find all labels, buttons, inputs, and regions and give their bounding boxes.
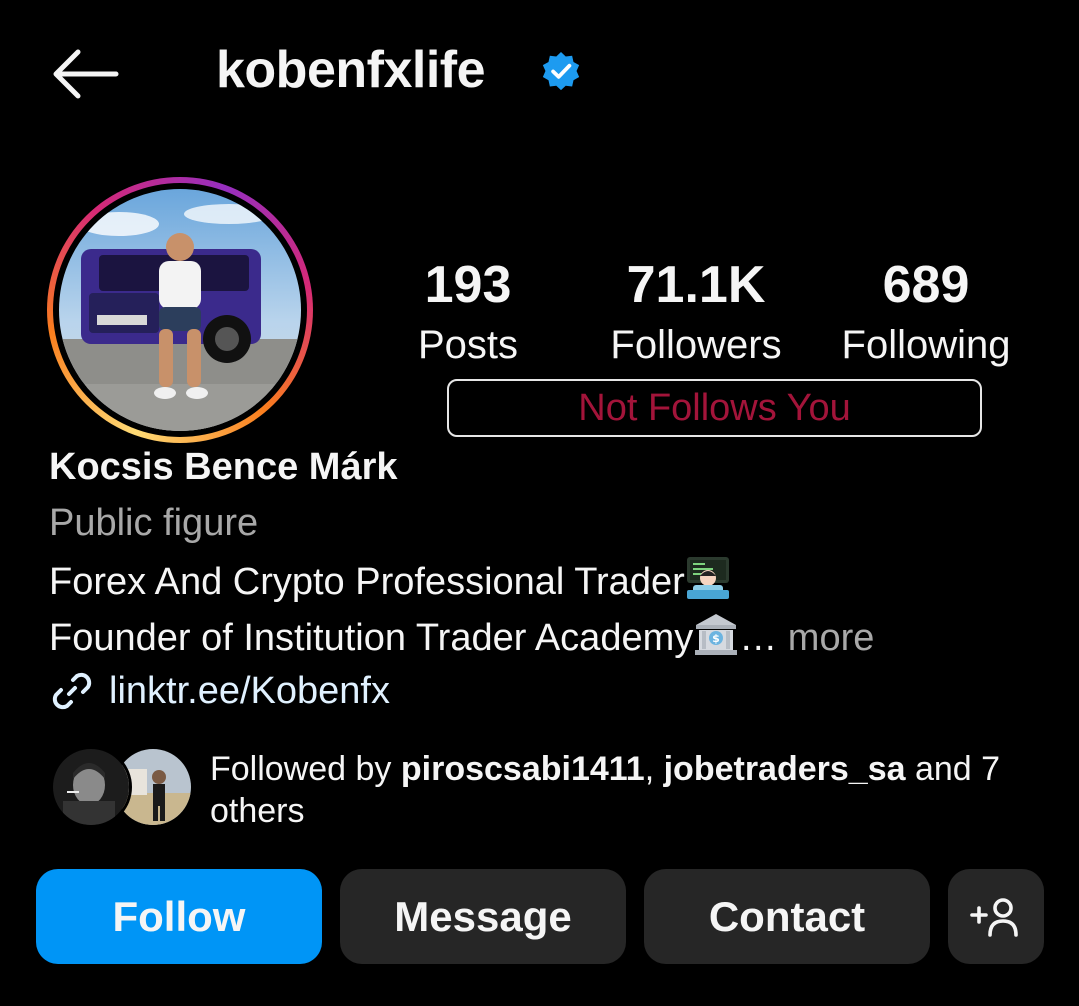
- back-button[interactable]: [44, 42, 124, 106]
- bio-more-link[interactable]: more: [777, 617, 875, 659]
- svg-text:$: $: [712, 632, 720, 645]
- verified-badge-icon: [542, 52, 580, 91]
- posts-count[interactable]: 193 Posts: [400, 255, 536, 369]
- profile-username: kobenfxlife: [216, 41, 486, 99]
- mutual-user-2[interactable]: jobetraders_sa: [664, 750, 906, 788]
- mutual-user-1[interactable]: piroscsabi1411: [401, 750, 645, 788]
- followers-label: Followers: [610, 323, 782, 367]
- following-label: Following: [841, 323, 1011, 367]
- profile-link[interactable]: linktr.ee/Kobenfx: [49, 668, 390, 714]
- profile-link-text[interactable]: linktr.ee/Kobenfx: [109, 668, 390, 714]
- contact-button-label: Contact: [708, 892, 866, 940]
- bio-line-1-text: Forex And Crypto Professional Trader: [49, 561, 685, 603]
- following-count[interactable]: 689 Following: [830, 255, 1022, 369]
- profile-avatar-ring[interactable]: [47, 177, 313, 443]
- contact-button[interactable]: Contact: [644, 869, 930, 964]
- followers-value: 71.1K: [626, 256, 766, 314]
- mutual-followers-avatars[interactable]: [50, 746, 194, 828]
- suggested-users-button[interactable]: [948, 869, 1044, 964]
- message-button[interactable]: Message: [340, 869, 626, 964]
- follow-button[interactable]: Follow: [36, 869, 322, 964]
- link-icon: [52, 672, 92, 710]
- message-button-label: Message: [394, 892, 572, 940]
- profile-category: Public figure: [49, 502, 259, 544]
- followed-by-separator: ,: [644, 750, 664, 788]
- followed-by-prefix: Followed by: [210, 750, 401, 788]
- follow-button-label: Follow: [112, 892, 246, 940]
- posts-label: Posts: [417, 323, 519, 367]
- following-value: 689: [882, 256, 970, 314]
- follow-status-badge: Not Follows You: [447, 379, 982, 437]
- followed-by-text[interactable]: Followed by piroscsabi1411, jobetraders_…: [210, 748, 1040, 832]
- followers-count[interactable]: 71.1K Followers: [596, 255, 796, 369]
- bio-line-1: Forex And Crypto Professional Trader: [49, 556, 731, 605]
- back-arrow-icon: [53, 49, 119, 99]
- posts-value: 193: [424, 256, 512, 314]
- add-person-icon: [970, 897, 1018, 937]
- technologist-emoji-icon: [685, 556, 731, 600]
- profile-full-name: Kocsis Bence Márk: [49, 446, 398, 488]
- profile-avatar[interactable]: [59, 189, 301, 431]
- bio-line-2-text: Founder of Institution Trader Academy: [49, 617, 694, 659]
- bio-ellipsis: …: [739, 617, 778, 659]
- mutual-avatar-1: [50, 746, 132, 828]
- bio-line-2: Founder of Institution Trader Academy $ …: [49, 612, 874, 661]
- bank-emoji-icon: $: [693, 612, 739, 656]
- follow-status-text: Not Follows You: [578, 386, 851, 429]
